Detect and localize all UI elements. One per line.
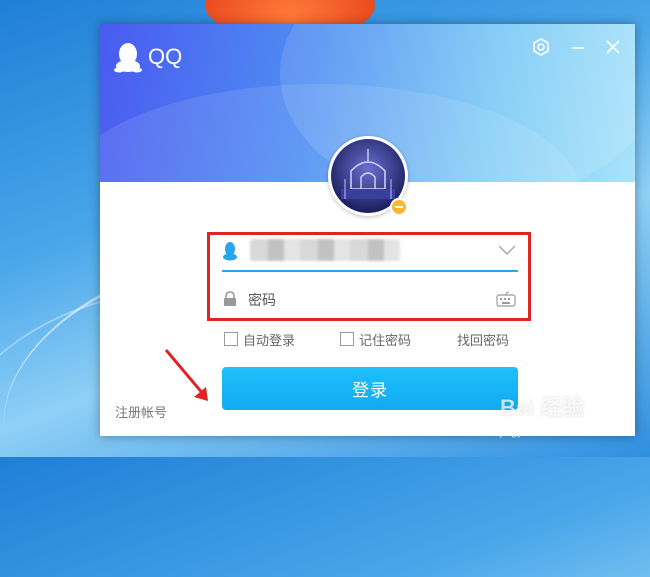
close-button[interactable] [602, 36, 624, 58]
app-logo-text: QQ [148, 44, 183, 69]
auto-login-option[interactable]: 自动登录 [224, 329, 295, 349]
retrieve-password-option[interactable]: 找回密码 [457, 329, 509, 349]
avatar[interactable] [328, 136, 408, 216]
auto-login-checkbox[interactable] [224, 332, 238, 346]
watermark-logo: Bai 经验 [500, 395, 585, 420]
annotation-arrow-icon [164, 349, 208, 401]
close-icon [606, 40, 620, 54]
watermark-url: jingyan.baidu.com [500, 426, 589, 438]
minimize-icon [572, 47, 584, 49]
app-logo: QQ [114, 41, 182, 73]
qq-penguin-icon [114, 43, 142, 73]
retrieve-password-link[interactable]: 找回密码 [457, 330, 509, 349]
auto-login-label: 自动登录 [243, 333, 296, 349]
gear-icon [533, 38, 549, 56]
remember-password-checkbox[interactable] [340, 332, 354, 346]
remember-password-option[interactable]: 记住密码 [340, 329, 411, 349]
baidu-jingyan-watermark: Bai 经验 jingyan.baidu.com [500, 388, 640, 448]
login-button[interactable]: 登录 [222, 367, 518, 410]
minimize-button[interactable] [567, 36, 589, 58]
annotation-highlight-box [207, 232, 531, 321]
away-status-badge [390, 198, 408, 216]
settings-button[interactable] [530, 36, 552, 58]
remember-password-label: 记住密码 [359, 333, 412, 349]
